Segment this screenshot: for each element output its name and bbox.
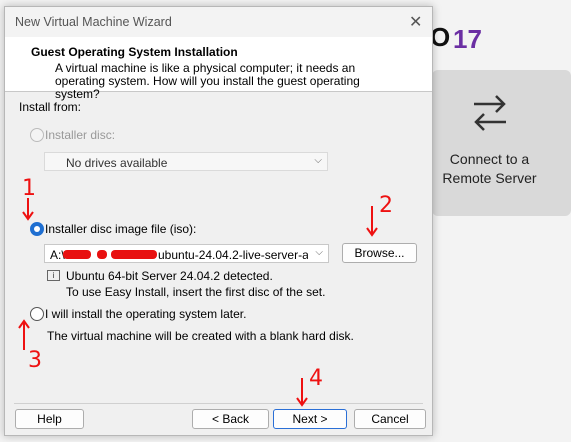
annotation-number-2: 2 <box>379 193 393 218</box>
app-version-label: 17 <box>453 24 482 54</box>
annotation-number-3: 3 <box>28 348 42 373</box>
dialog-title: New Virtual Machine Wizard <box>15 15 172 29</box>
connect-remote-server-card[interactable]: Connect to a Remote Server <box>432 70 571 216</box>
install-from-label: Install from: <box>19 100 82 114</box>
iso-radio[interactable] <box>30 222 44 236</box>
installer-disc-value: No drives available <box>66 156 168 170</box>
annotation-arrow-1 <box>22 198 34 221</box>
install-later-label: I will install the operating system late… <box>45 307 247 321</box>
cancel-button[interactable]: Cancel <box>354 409 426 429</box>
redaction-mark <box>97 250 107 259</box>
info-icon: i <box>47 270 60 281</box>
installer-disc-select[interactable]: No drives available ⌵ <box>44 152 328 171</box>
dialog-titlebar: New Virtual Machine Wizard ✕ <box>5 7 432 37</box>
annotation-number-4: 4 <box>309 366 323 391</box>
easy-install-hint: To use Easy Install, insert the first di… <box>66 285 326 299</box>
install-later-description: The virtual machine will be created with… <box>47 329 354 343</box>
browse-button[interactable]: Browse... <box>342 243 417 263</box>
redaction-mark <box>63 250 91 259</box>
iso-path-select[interactable]: A:\ ubuntu-24.04.2-live-server-amd ⌵ <box>44 244 329 263</box>
iso-path-tail: ubuntu-24.04.2-live-server-amd <box>158 248 308 262</box>
redaction-mark <box>111 250 157 259</box>
install-later-radio[interactable] <box>30 307 44 321</box>
header-description: A virtual machine is like a physical com… <box>55 61 360 101</box>
connect-remote-label: Connect to a Remote Server <box>442 151 537 186</box>
header-title: Guest Operating System Installation <box>31 45 238 59</box>
close-icon[interactable]: ✕ <box>409 12 422 32</box>
app-logo-fragment: O <box>430 22 452 52</box>
iso-label: Installer disc image file (iso): <box>45 222 197 236</box>
annotation-arrow-2 <box>366 206 378 237</box>
annotation-arrow-3 <box>18 319 30 350</box>
chevron-down-icon: ⌵ <box>315 247 323 258</box>
annotation-arrow-4 <box>296 378 308 407</box>
iso-detected-text: Ubuntu 64-bit Server 24.04.2 detected. <box>66 269 273 283</box>
back-button[interactable]: < Back <box>192 409 269 429</box>
installer-disc-radio[interactable] <box>30 128 44 142</box>
help-button[interactable]: Help <box>15 409 84 429</box>
next-button[interactable]: Next > <box>273 409 347 429</box>
footer-divider <box>14 403 423 404</box>
chevron-down-icon: ⌵ <box>314 155 322 166</box>
installer-disc-label: Installer disc: <box>45 128 116 142</box>
connect-arrows-icon <box>474 95 506 131</box>
wizard-header: Guest Operating System Installation A vi… <box>5 37 432 101</box>
